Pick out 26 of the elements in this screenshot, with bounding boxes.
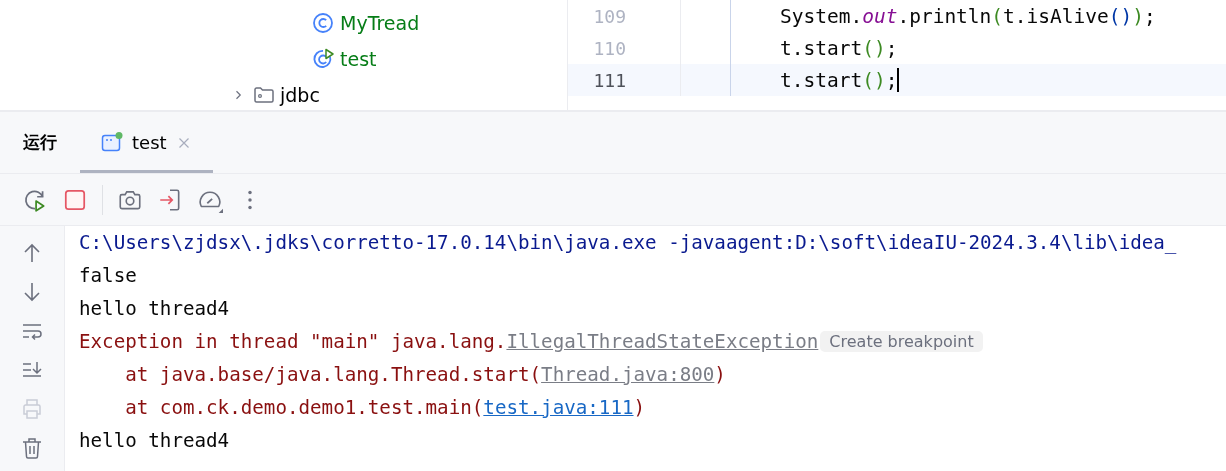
output-text: hello thread4 — [79, 297, 230, 320]
command-line-text: C:\Users\zjdsx\.jdks\corretto-17.0.14\bin\java.exe -javaagent:D:\soft\ideaIU-2024.3.4\lib\idea_ — [79, 231, 1177, 254]
panel-title: 运行 — [22, 131, 58, 154]
line-number: 111 — [592, 69, 626, 91]
line-number: 109 — [592, 5, 626, 27]
class-icon — [312, 11, 336, 35]
create-breakpoint-button[interactable]: Create breakpoint — [820, 331, 983, 352]
output-text: hello thread4 — [79, 429, 230, 452]
console-line: Exception in thread "main" java.lang.IllegalThreadStateException — [79, 330, 819, 353]
code-line: t.start(); — [780, 36, 898, 60]
trash-icon[interactable] — [20, 436, 44, 460]
tree-item[interactable]: MyTread — [340, 12, 420, 34]
console-line: at com.ck.demo.demo1.test.main(test.java:111) — [124, 396, 646, 419]
tree-item[interactable]: test — [340, 48, 377, 70]
text-cursor — [897, 68, 900, 92]
output-text: false — [79, 264, 137, 287]
source-link[interactable]: test.java:111 — [483, 396, 634, 419]
line-number: 110 — [592, 37, 626, 59]
console-line: at java.base/java.lang.Thread.start(Thread.java:800) — [124, 363, 726, 386]
code-line: System.out.println(t.isAlive()); — [780, 4, 1156, 28]
run-tab[interactable]: test — [80, 115, 213, 173]
source-link[interactable]: Thread.java:800 — [541, 363, 715, 386]
tree-item[interactable]: jdbc — [280, 84, 320, 106]
code-line: t.start(); — [780, 68, 898, 92]
runnable-class-icon — [312, 47, 336, 71]
source-link[interactable]: IllegalThreadStateException — [506, 330, 819, 353]
